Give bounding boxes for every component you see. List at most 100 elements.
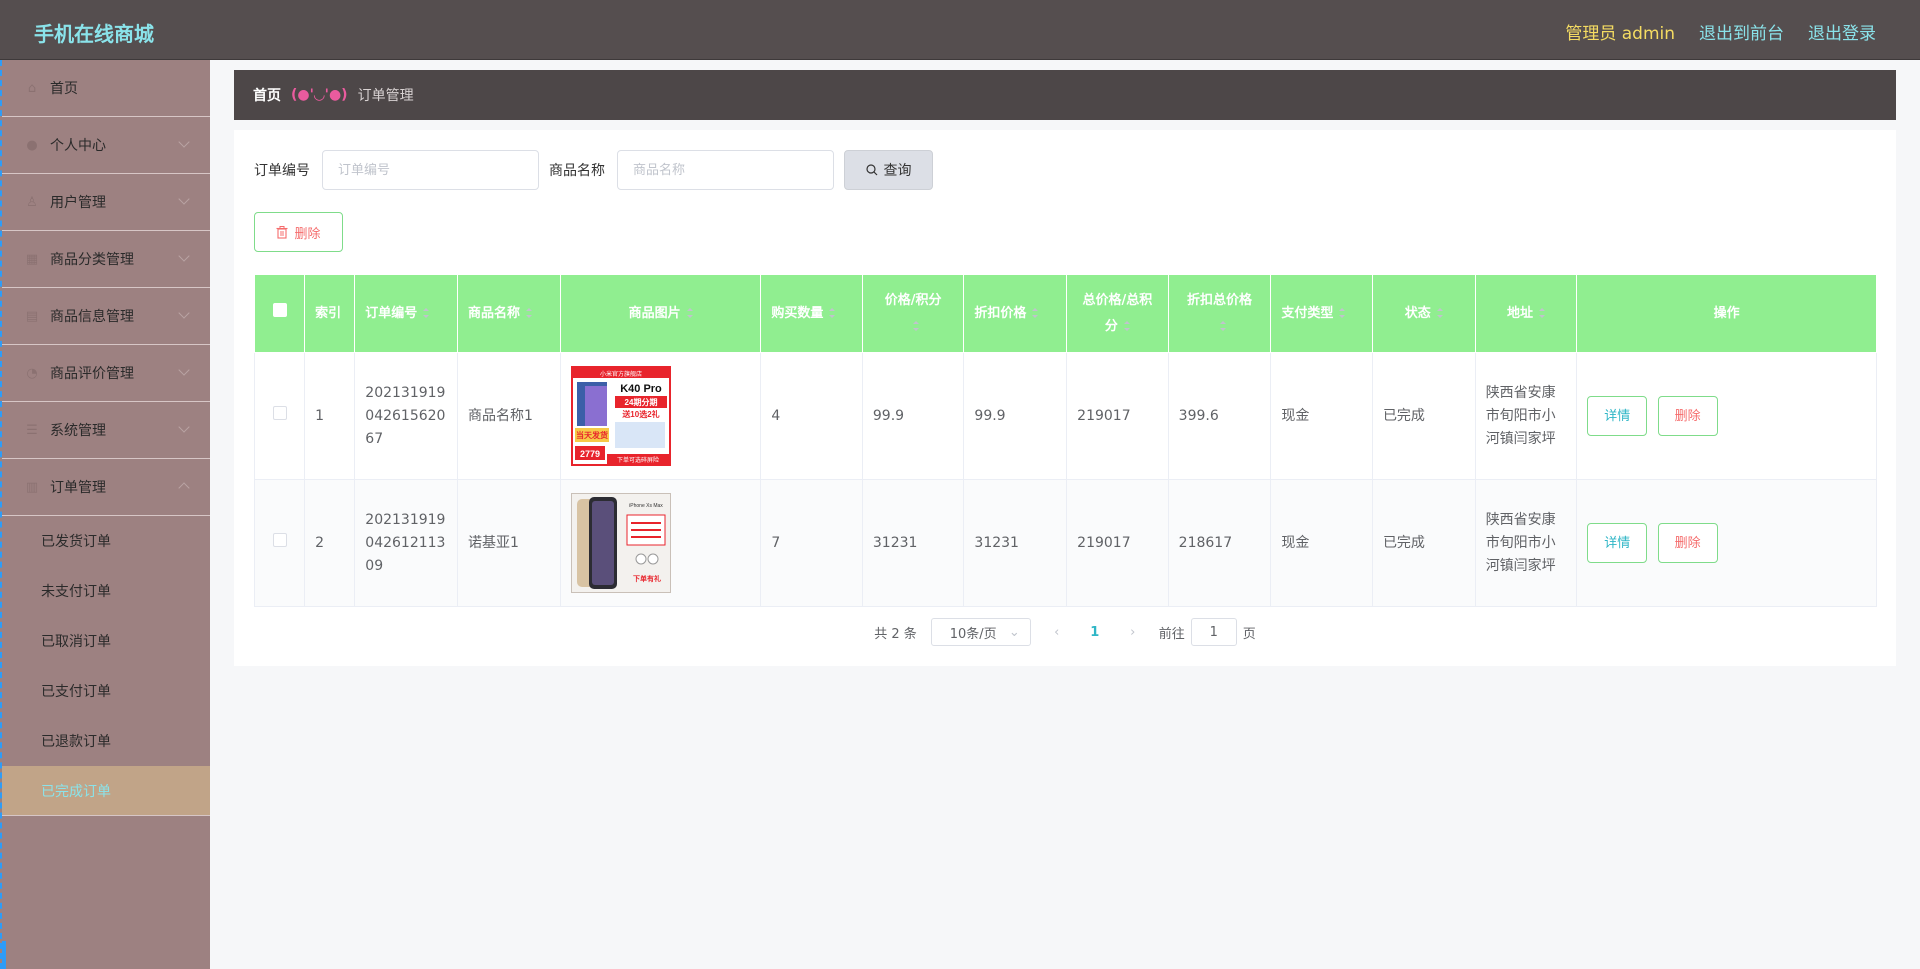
sort-icon[interactable] — [913, 321, 920, 331]
pay-type-cell: 现金 — [1270, 479, 1373, 607]
sort-icon[interactable] — [1032, 308, 1039, 318]
price-cell: 31231 — [861, 479, 965, 607]
sidebar-subitem-shipped[interactable]: 已发货订单 — [2, 516, 210, 566]
sort-icon[interactable] — [1436, 308, 1443, 318]
top-bar: 手机在线商城 管理员 admin 退出到前台 退出登录 — [0, 0, 1920, 60]
chevron-down-icon — [178, 136, 190, 148]
logout-link[interactable]: 退出登录 — [1808, 19, 1876, 44]
sidebar-subitem-cancelled[interactable]: 已取消订单 — [2, 616, 210, 666]
top-bar-actions: 管理员 admin 退出到前台 退出登录 — [1565, 19, 1876, 44]
quantity-cell: 7 — [760, 479, 863, 607]
sort-icon[interactable] — [829, 308, 836, 318]
sidebar-item-users[interactable]: ♙ 用户管理 — [2, 174, 210, 231]
image-price-text: 2779 — [580, 449, 600, 459]
back-to-front-link[interactable]: 退出到前台 — [1699, 19, 1784, 44]
image-store-text: 小米官方旗舰店 — [600, 370, 642, 378]
delete-button[interactable]: 删除 — [1657, 396, 1718, 436]
category-icon: ▦ — [25, 251, 39, 267]
image-model-text: K40 Pro — [620, 383, 662, 395]
chevron-down-icon — [178, 364, 190, 376]
index-cell: 1 — [304, 352, 356, 480]
sort-icon[interactable] — [423, 308, 430, 318]
row-checkbox[interactable] — [272, 405, 287, 420]
column-header[interactable]: 折扣总价格 — [1167, 274, 1272, 353]
review-icon: ◔ — [26, 365, 38, 381]
sidebar-item-category[interactable]: ▦ 商品分类管理 — [2, 231, 210, 288]
chevron-down-icon — [178, 193, 190, 205]
sort-icon[interactable] — [686, 308, 693, 318]
sidebar-item-orders[interactable]: ▥ 订单管理 — [2, 459, 210, 516]
goto-page-input[interactable] — [1190, 618, 1237, 646]
index-cell: 2 — [304, 479, 356, 607]
column-header[interactable]: 订单编号 — [354, 274, 459, 353]
column-header[interactable]: 商品图片 — [559, 274, 762, 353]
page-size-select[interactable]: 10条/页 ⌄ — [930, 618, 1031, 646]
sort-icon[interactable] — [1339, 308, 1346, 318]
order-number-cell: 202131919042615620 67 — [354, 352, 459, 480]
sort-icon[interactable] — [1219, 321, 1226, 331]
product-image: 小米官方旗舰店 K40 Pro 24期分期 送10选2礼 当天发货 2779 下… — [570, 366, 671, 466]
row-checkbox[interactable] — [272, 532, 287, 547]
sidebar-item-profile[interactable]: ● 个人中心 — [2, 117, 210, 174]
column-header[interactable]: 地址 — [1474, 274, 1578, 353]
sidebar-scroll-indicator — [2, 941, 6, 969]
detail-button[interactable]: 详情 — [1587, 523, 1648, 563]
sidebar-subitem-paid[interactable]: 已支付订单 — [2, 666, 210, 716]
pagination: 共 2 条 10条/页 ⌄ ‹ 1 › 前往 页 — [234, 618, 1896, 646]
product-name-cell: 商品名称1 — [457, 352, 561, 480]
goto-prefix: 前往 — [1158, 626, 1185, 642]
column-header[interactable]: 商品名称 — [457, 274, 561, 353]
sort-icon[interactable] — [1123, 321, 1130, 331]
sidebar-item-reviews[interactable]: ◔ 商品评价管理 — [2, 345, 210, 402]
detail-button[interactable]: 详情 — [1587, 396, 1648, 436]
column-header[interactable]: 购买数量 — [760, 274, 863, 353]
column-header[interactable]: 折扣价格 — [963, 274, 1068, 353]
sidebar-subitem-completed[interactable]: 已完成订单 — [2, 766, 210, 816]
order-number-label: 订单编号 — [254, 163, 310, 179]
sidebar-subitem-unpaid[interactable]: 未支付订单 — [2, 566, 210, 616]
table-header-row: 索引 订单编号 商品名称 商品图片 购买数量 价格/积分 折扣价格 总价格/总积… — [253, 274, 1877, 353]
total-cell: 219017 — [1066, 352, 1169, 480]
delete-button[interactable]: 删除 — [1657, 523, 1718, 563]
chevron-up-icon — [178, 482, 190, 494]
discount-price-cell: 99.9 — [963, 352, 1068, 480]
order-number-cell: 202131919042612113 09 — [354, 479, 459, 607]
discount-total-cell: 399.6 — [1167, 352, 1272, 480]
order-number-input[interactable] — [322, 150, 539, 190]
sidebar-item-system[interactable]: ☰ 系统管理 — [2, 402, 210, 459]
sidebar-subitem-refunded[interactable]: 已退款订单 — [2, 716, 210, 766]
product-name-input[interactable] — [617, 150, 834, 190]
address-cell: 陕西省安康市旬阳市小河镇闫家坪 — [1474, 352, 1578, 480]
column-header[interactable]: 索引 — [304, 274, 356, 353]
image-promo-text: 当天发货 — [576, 430, 608, 440]
breadcrumb-home[interactable]: 首页 — [253, 85, 281, 105]
table-row: 2 202131919042612113 09 诺基亚1 iPhone Xs M… — [253, 479, 1877, 607]
orders-table: 索引 订单编号 商品名称 商品图片 购买数量 价格/积分 折扣价格 总价格/总积… — [253, 274, 1877, 607]
current-user-label: 管理员 admin — [1565, 24, 1675, 44]
chevron-down-icon — [178, 307, 190, 319]
user-icon: ● — [26, 137, 38, 153]
sort-icon[interactable] — [1538, 308, 1545, 318]
main-panel: 订单编号 商品名称 查询 删除 索引 订单编号 商品名称 商品图片 购买数量 价 — [234, 130, 1896, 666]
image-promo-text: 下单有礼 — [633, 574, 661, 583]
sidebar-item-products[interactable]: ▤ 商品信息管理 — [2, 288, 210, 345]
discount-price-cell: 31231 — [963, 479, 1068, 607]
column-header[interactable]: 状态 — [1371, 274, 1476, 353]
query-button-label: 查询 — [883, 163, 912, 179]
price-cell: 99.9 — [861, 352, 965, 480]
next-page-button[interactable]: › — [1121, 625, 1145, 640]
column-header[interactable]: 支付类型 — [1270, 274, 1373, 353]
page-number[interactable]: 1 — [1083, 625, 1107, 640]
column-header: 操作 — [1576, 274, 1877, 353]
sidebar-item-label: 个人中心 — [50, 138, 106, 154]
column-header[interactable]: 总价格/总积分 — [1066, 274, 1169, 353]
column-header[interactable]: 价格/积分 — [861, 274, 965, 353]
sidebar-item-home[interactable]: ⌂ 首页 — [2, 60, 210, 117]
search-icon — [865, 164, 877, 176]
discount-total-cell: 218617 — [1167, 479, 1272, 607]
sort-icon[interactable] — [526, 308, 533, 318]
query-button[interactable]: 查询 — [844, 150, 933, 190]
prev-page-button[interactable]: ‹ — [1045, 625, 1069, 640]
select-all-checkbox[interactable] — [272, 302, 287, 317]
batch-delete-button[interactable]: 删除 — [254, 212, 343, 252]
